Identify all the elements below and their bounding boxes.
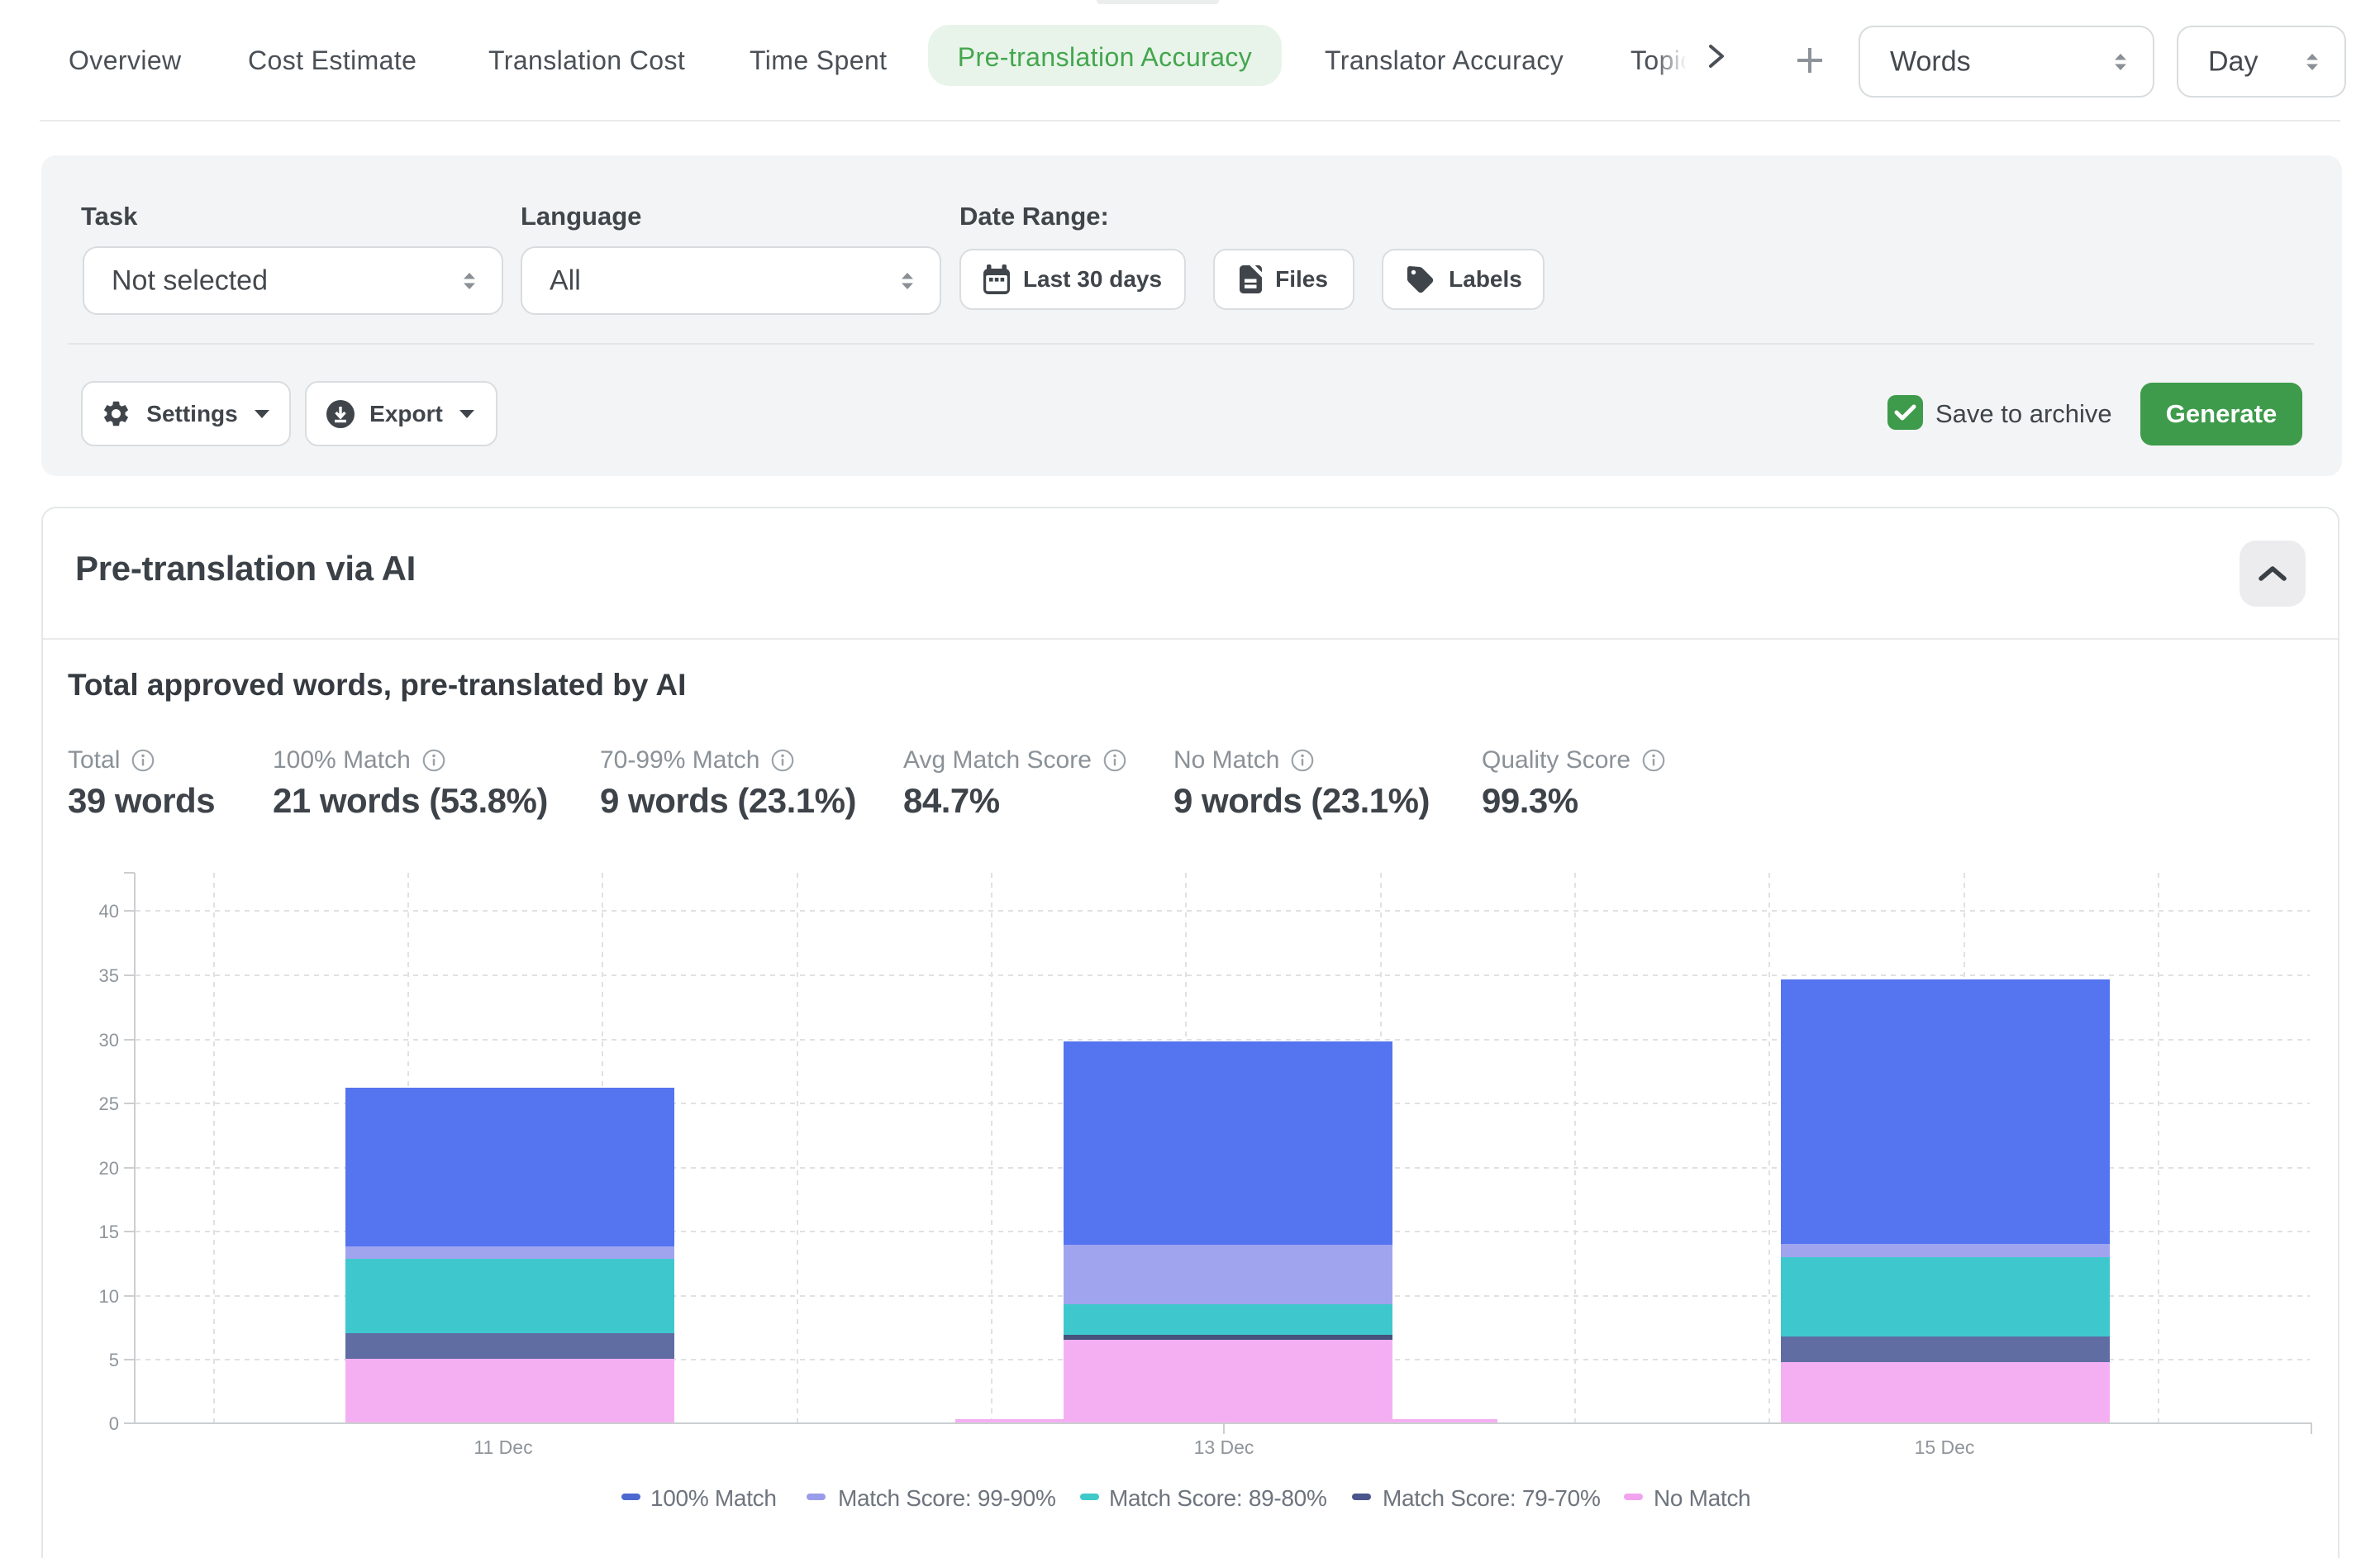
svg-text:13 Dec: 13 Dec — [1194, 1437, 1254, 1458]
svg-text:Match Score: 79-70%: Match Score: 79-70% — [1383, 1485, 1601, 1511]
svg-text:100% Match: 100% Match — [650, 1485, 777, 1511]
svg-text:No Match: No Match — [1654, 1485, 1750, 1511]
svg-text:5: 5 — [109, 1350, 119, 1370]
svg-text:0: 0 — [109, 1413, 119, 1434]
svg-text:15 Dec: 15 Dec — [1915, 1437, 1975, 1458]
svg-text:15: 15 — [99, 1222, 119, 1242]
svg-text:25: 25 — [99, 1093, 119, 1114]
svg-text:10: 10 — [99, 1286, 119, 1307]
svg-text:35: 35 — [99, 965, 119, 986]
svg-text:Match Score: 99-90%: Match Score: 99-90% — [838, 1485, 1056, 1511]
svg-text:30: 30 — [99, 1030, 119, 1051]
svg-text:40: 40 — [99, 901, 119, 922]
svg-text:Match Score: 89-80%: Match Score: 89-80% — [1109, 1485, 1327, 1511]
svg-text:11 Dec: 11 Dec — [474, 1437, 532, 1458]
svg-text:20: 20 — [99, 1158, 119, 1179]
